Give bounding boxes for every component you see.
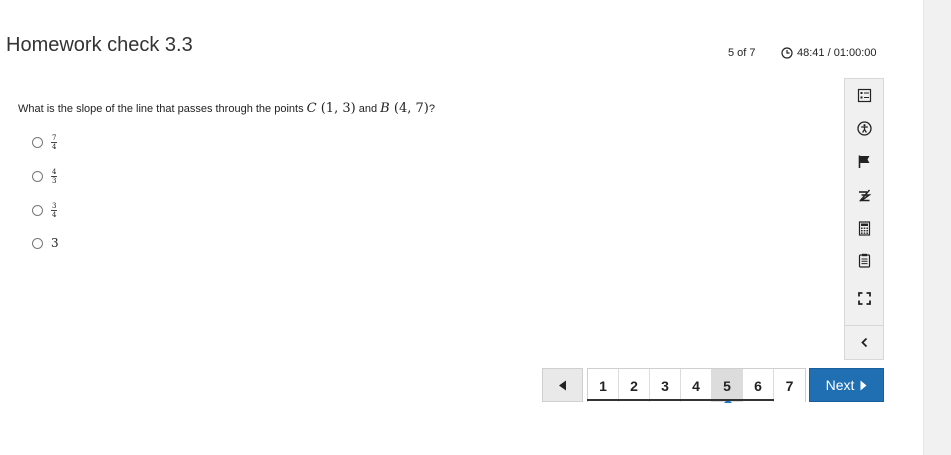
choice-fraction: 3 4 bbox=[51, 202, 58, 219]
page-button-5-current[interactable]: 5 bbox=[712, 369, 743, 403]
accessibility-button[interactable] bbox=[845, 115, 883, 141]
caret-right-icon bbox=[860, 380, 867, 390]
collapse-chevron-icon bbox=[860, 337, 867, 347]
next-label: Next bbox=[825, 377, 855, 393]
toolbar-divider bbox=[845, 325, 883, 326]
calculator-button[interactable] bbox=[845, 215, 883, 241]
page-button-3[interactable]: 3 bbox=[650, 369, 681, 402]
radio-button[interactable] bbox=[32, 171, 43, 182]
question-progress: 5 of 7 bbox=[728, 47, 756, 59]
point-c-label: C bbox=[306, 101, 317, 116]
point-c-coords: (1, 3) bbox=[320, 101, 356, 116]
answer-choice-d[interactable]: 3 bbox=[32, 236, 59, 250]
next-button[interactable]: Next bbox=[809, 368, 884, 402]
choice-fraction: 4 3 bbox=[51, 168, 58, 185]
caret-left-icon bbox=[559, 380, 566, 390]
point-b-label: B bbox=[380, 101, 390, 116]
radio-button[interactable] bbox=[32, 205, 43, 216]
page-button-4[interactable]: 4 bbox=[681, 369, 712, 402]
page-title: Homework check 3.3 bbox=[6, 34, 193, 56]
answer-choice-b[interactable]: 4 3 bbox=[32, 168, 58, 185]
accessibility-icon bbox=[856, 120, 872, 136]
notepad-button[interactable] bbox=[845, 247, 883, 273]
question-pagination: 1 2 3 4 5 6 7 bbox=[587, 368, 806, 403]
fraction-numerator: 7 bbox=[51, 134, 58, 143]
eliminate-choice-icon bbox=[858, 189, 871, 201]
fraction-denominator: 3 bbox=[52, 177, 57, 185]
fullscreen-icon bbox=[857, 291, 871, 305]
page-button-7[interactable]: 7 bbox=[774, 369, 805, 402]
fraction-denominator: 4 bbox=[52, 143, 57, 151]
tools-sidebar bbox=[844, 78, 884, 360]
question-conjunction: and bbox=[358, 103, 378, 115]
clock-icon bbox=[781, 47, 793, 59]
page-scrollbar[interactable] bbox=[923, 0, 951, 455]
notepad-icon bbox=[858, 253, 870, 268]
question-text: What is the slope of the line that passe… bbox=[18, 101, 435, 116]
timer-text: 48:41 / 01:00:00 bbox=[797, 47, 877, 59]
answer-choice-c[interactable]: 3 4 bbox=[32, 202, 58, 219]
question-prefix: What is the slope of the line that passe… bbox=[18, 103, 304, 115]
choice-fraction: 7 4 bbox=[51, 134, 58, 151]
point-b: B (4, 7) bbox=[380, 101, 429, 116]
fraction-numerator: 3 bbox=[51, 202, 58, 211]
item-list-button[interactable] bbox=[845, 82, 883, 108]
radio-button[interactable] bbox=[32, 237, 43, 249]
fraction-numerator: 4 bbox=[51, 168, 58, 177]
list-icon bbox=[857, 88, 871, 102]
question-suffix: ? bbox=[428, 103, 435, 115]
radio-button[interactable] bbox=[32, 137, 43, 148]
answer-choice-a[interactable]: 7 4 bbox=[32, 134, 58, 151]
eliminate-choice-button[interactable] bbox=[845, 182, 883, 208]
previous-button[interactable] bbox=[542, 368, 583, 402]
point-b-coords: (4, 7) bbox=[393, 101, 429, 116]
timer: 48:41 / 01:00:00 bbox=[781, 47, 877, 59]
calculator-icon bbox=[858, 220, 870, 236]
point-c: C (1, 3) bbox=[307, 101, 356, 116]
page-button-6[interactable]: 6 bbox=[743, 369, 774, 402]
pagination-underline bbox=[587, 399, 774, 401]
page-button-2[interactable]: 2 bbox=[619, 369, 650, 402]
page-button-1[interactable]: 1 bbox=[588, 369, 619, 402]
collapse-toolbar-button[interactable] bbox=[845, 329, 883, 355]
fullscreen-button[interactable] bbox=[845, 285, 883, 311]
choice-value: 3 bbox=[51, 236, 59, 250]
flag-icon bbox=[858, 155, 869, 168]
fraction-denominator: 4 bbox=[52, 211, 57, 219]
flag-button[interactable] bbox=[845, 148, 883, 174]
